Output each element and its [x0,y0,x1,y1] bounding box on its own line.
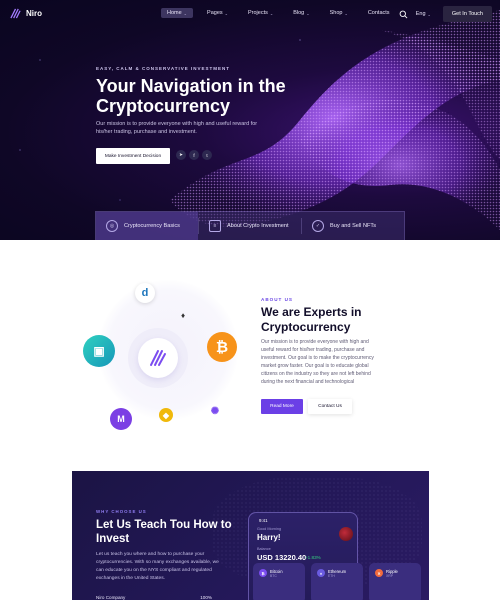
feature-buy-sell-nfts[interactable]: ✓ Buy and Sell NFTs [302,212,404,240]
nav-item-projects[interactable]: Projects ⌄ [242,8,279,18]
ripple-icon: ✕ [375,569,383,577]
phone-user-name: Harry! [257,533,281,542]
nav-item-label: Projects [248,10,268,16]
progress-value: 100% [200,595,212,600]
feature-label: About Crypto Investment [227,223,289,229]
chevron-down-icon: ⌄ [183,10,188,16]
coins-icon: ◎ [106,220,118,232]
avatar [339,527,353,541]
language-label: Eng [415,11,426,17]
hero-title: Your Navigation in the Cryptocurrency [96,76,286,116]
brand-logo[interactable]: Niro [10,8,42,19]
progress-row: Niro Company 100% [96,595,212,600]
about-description: Our mission is to provide everyone with … [261,339,374,386]
ethereum-icon: ♦ [317,569,325,577]
document-icon: ≡ [209,220,221,232]
feature-cryptocurrency-basics[interactable]: ◎ Cryptocurrency Basics [96,212,198,240]
shield-icon: ✓ [312,220,324,232]
social-links: ➤ f t [176,150,212,160]
search-icon[interactable] [399,10,408,19]
logo-icon [150,350,166,366]
hero-description: Our mission is to provide everyone with … [96,121,258,135]
facebook-icon[interactable]: f [189,150,199,160]
chevron-down-icon: ⌄ [344,10,348,16]
center-logo [138,338,178,378]
coin-symbol: BTC [270,574,277,578]
nav-item-label: Blog [293,10,305,16]
crypto-orbit-graphic: d ♦ ₿ ▣ M ◆ ✺ [80,280,250,430]
language-selector[interactable]: Eng ⌄ [416,11,431,17]
telegram-icon[interactable]: ➤ [176,150,186,160]
dash-coin-icon: d [135,283,155,303]
nav-item-home[interactable]: Home ⌄ [161,8,194,18]
invest-section: WHY CHOOSE US Let Us Teach Tou How to In… [72,471,429,600]
feature-about-crypto-investment[interactable]: ≡ About Crypto Investment [199,212,301,240]
balance-value: USD 13220.40 [257,553,307,562]
chevron-down-icon: ⌄ [306,10,310,16]
make-investment-button[interactable]: Make Investment Decision [96,148,170,164]
chevron-down-icon: ⌄ [224,10,228,16]
nav-item-pages[interactable]: Pages ⌄ [201,8,234,18]
bitcoin-icon: ₿ [259,569,267,577]
top-navigation: Niro Home ⌄ Pages ⌄ Projects ⌄ Blog ⌄ Sh… [0,0,500,28]
about-title: We are Experts in Cryptocurrency [261,305,362,334]
chevron-down-icon: ⌄ [427,11,431,17]
logo-icon [10,8,21,19]
ethereum-icon: ♦ [180,310,186,320]
invest-title: Let Us Teach Tou How to Invest [96,519,232,545]
feature-label: Buy and Sell NFTs [330,223,377,229]
read-more-button[interactable]: Read More [261,399,303,414]
polygon-coin-icon: M [110,408,132,430]
nav-item-contacts[interactable]: Contacts [362,8,396,18]
twitter-icon[interactable]: t [202,150,212,160]
get-in-touch-button[interactable]: Get In Touch [442,6,492,22]
nav-item-blog[interactable]: Blog ⌄ [287,8,315,18]
feature-bar: ◎ Cryptocurrency Basics ≡ About Crypto I… [95,211,405,240]
page: Niro Home ⌄ Pages ⌄ Projects ⌄ Blog ⌄ Sh… [0,0,500,600]
contact-us-button[interactable]: Contact Us [308,399,352,414]
hero-eyebrow: EASY, CALM & CONSERVATIVE INVESTMENT [96,66,231,71]
nav-actions: Eng ⌄ Get In Touch [399,6,492,22]
nav-item-label: Home [167,10,182,16]
coin-card-ethereum: ♦ Ethereum ETH [311,563,363,600]
coin-symbol: ETH [328,574,335,578]
nav-item-shop[interactable]: Shop ⌄ [324,8,354,18]
feature-label: Cryptocurrency Basics [124,223,180,229]
nav-item-label: Pages [207,10,223,16]
coin-symbol: XRP [386,574,393,578]
phone-time: 9:41 [259,518,268,523]
invest-description: Let us teach you where and how to purcha… [96,552,219,581]
hero-section: Niro Home ⌄ Pages ⌄ Projects ⌄ Blog ⌄ Sh… [0,0,500,240]
progress-label: Niro Company [96,595,126,600]
balance-change: +1.83% [305,555,321,560]
main-menu: Home ⌄ Pages ⌄ Projects ⌄ Blog ⌄ Shop ⌄ … [161,8,404,18]
invest-eyebrow: WHY CHOOSE US [96,509,147,514]
nav-item-label: Contacts [367,10,390,16]
brand-name: Niro [26,9,42,18]
network-coin-icon: ✺ [208,404,222,418]
cube-coin-icon: ▣ [83,335,115,367]
coin-card-ripple: ✕ Ripple XRP [369,563,421,600]
chevron-down-icon: ⌄ [269,10,274,16]
bitcoin-icon: ₿ [207,332,237,362]
binance-icon: ◆ [159,408,173,422]
balance-label: Balance [257,547,271,551]
coin-card-bitcoin: ₿ Bitcoin BTC [253,563,305,600]
about-eyebrow: ABOUT US [261,297,293,302]
phone-greeting: Good Morning [257,527,282,531]
nav-item-label: Shop [329,10,343,16]
